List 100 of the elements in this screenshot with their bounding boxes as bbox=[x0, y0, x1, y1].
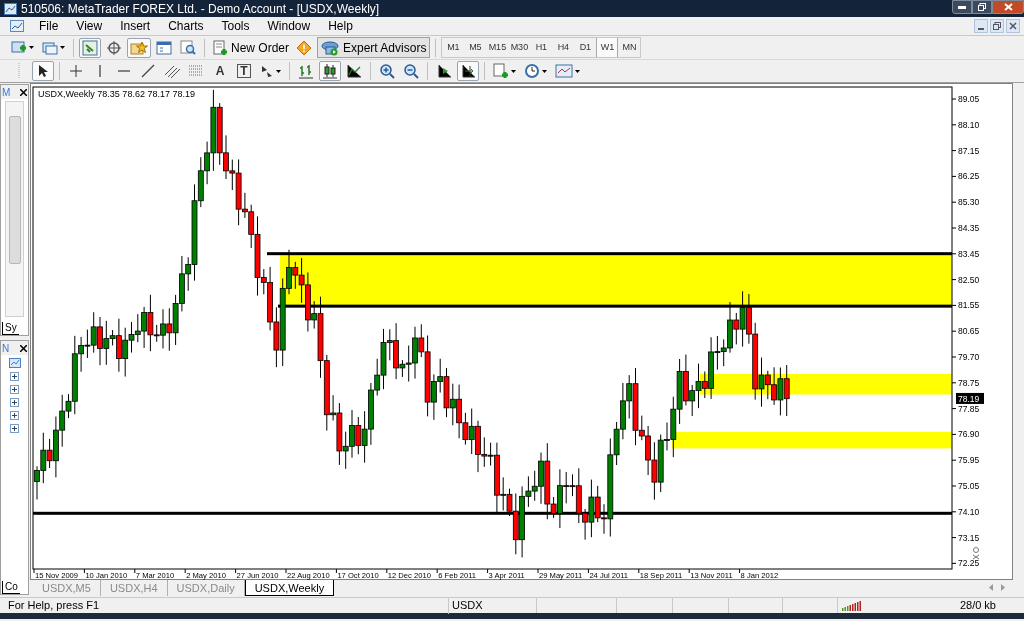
menu-item[interactable]: Charts bbox=[159, 17, 213, 35]
close-icon[interactable] bbox=[20, 344, 27, 352]
new-order-button[interactable]: New Order bbox=[210, 37, 291, 58]
expand-icon[interactable] bbox=[10, 424, 19, 433]
price-label: 78.75 bbox=[958, 377, 980, 388]
panel-title: M bbox=[2, 85, 11, 100]
templates-icon bbox=[555, 63, 573, 79]
price-label: 75.05 bbox=[958, 481, 980, 491]
minimize-button[interactable] bbox=[974, 19, 988, 33]
scrollbar[interactable] bbox=[5, 101, 24, 317]
price-label: 81.55 bbox=[958, 300, 980, 311]
app-icon bbox=[4, 2, 17, 15]
cursor-icon bbox=[37, 64, 49, 78]
close-icon bbox=[1003, 3, 1013, 11]
menu-item[interactable]: Window bbox=[258, 17, 320, 35]
restore-button[interactable] bbox=[990, 19, 1004, 33]
minimize-icon bbox=[958, 5, 966, 9]
panel-tab[interactable]: Co bbox=[2, 581, 20, 594]
expert-advisors-icon bbox=[321, 39, 339, 56]
price-label: 72.25 bbox=[958, 558, 980, 569]
price-label: 83.45 bbox=[958, 248, 980, 259]
close-button[interactable] bbox=[1006, 19, 1020, 33]
minimize-button[interactable] bbox=[952, 0, 972, 14]
chart-shift-button[interactable] bbox=[457, 61, 479, 81]
chart-shift-icon bbox=[460, 63, 476, 79]
trader-icon bbox=[972, 547, 980, 560]
periods-icon bbox=[524, 63, 540, 79]
close-icon bbox=[1009, 22, 1017, 30]
arrows-icon bbox=[260, 64, 274, 78]
drag-handle-icon bbox=[18, 63, 20, 79]
zoom-in-icon bbox=[379, 63, 395, 79]
timeframe-button[interactable]: W1 bbox=[596, 38, 619, 57]
chart-tab[interactable]: USDX,Weekly bbox=[244, 580, 335, 596]
caret-icon bbox=[60, 46, 65, 49]
auto-scroll-icon bbox=[436, 63, 452, 79]
timeframe-button[interactable]: M15 bbox=[486, 38, 509, 57]
market-watch-icon bbox=[82, 39, 98, 56]
navigator-icon bbox=[130, 39, 148, 56]
price-label: 86.25 bbox=[958, 171, 980, 182]
help-text: For Help, press F1 bbox=[7, 598, 101, 614]
timeframe-button[interactable]: M5 bbox=[464, 38, 487, 57]
crosshair-icon bbox=[69, 64, 83, 78]
price-label: 75.95 bbox=[958, 455, 980, 466]
menu-item[interactable]: View bbox=[67, 17, 112, 35]
traffic-text: 28/0 kb bbox=[959, 598, 996, 614]
new-chart-icon bbox=[11, 39, 27, 56]
close-button[interactable] bbox=[992, 0, 1024, 14]
channel-icon bbox=[164, 64, 180, 78]
market-watch-button[interactable] bbox=[79, 37, 101, 58]
restore-button[interactable] bbox=[972, 0, 992, 14]
price-label: 88.10 bbox=[958, 119, 980, 130]
cursor-button[interactable] bbox=[32, 61, 54, 81]
terminal-icon bbox=[156, 39, 172, 56]
price-label: 82.50 bbox=[958, 274, 980, 285]
connection-bars-icon bbox=[842, 600, 862, 611]
timeframe-button[interactable]: MN bbox=[618, 38, 641, 57]
minimize-icon bbox=[978, 28, 984, 30]
menu-item[interactable]: File bbox=[30, 17, 68, 35]
chart-header: USDX,Weekly 78.35 78.62 78.17 78.19 bbox=[38, 89, 195, 99]
panel-tab[interactable]: Sy bbox=[2, 322, 19, 335]
scrollbar-thumb[interactable] bbox=[8, 116, 21, 264]
templates-button[interactable] bbox=[552, 61, 583, 81]
caret-icon bbox=[29, 46, 34, 49]
text-tool-button[interactable]: A bbox=[209, 61, 231, 81]
price-label: 84.35 bbox=[958, 223, 980, 233]
restore-icon bbox=[978, 3, 986, 11]
timeframe-button[interactable]: H4 bbox=[552, 38, 575, 57]
candlestick-chart-button[interactable] bbox=[319, 61, 341, 81]
caret-icon bbox=[575, 69, 580, 73]
caret-icon bbox=[276, 69, 281, 73]
expand-icon[interactable] bbox=[10, 385, 19, 394]
text-label-button[interactable]: T bbox=[233, 61, 255, 81]
timeframe-button[interactable]: D1 bbox=[574, 38, 597, 57]
menu-item[interactable]: Insert bbox=[111, 17, 160, 35]
menu-item[interactable]: Help bbox=[319, 17, 362, 35]
terminal-icon[interactable] bbox=[8, 358, 21, 368]
expert-advisors-button[interactable]: Expert Advisors bbox=[317, 37, 431, 58]
price-label: 89.05 bbox=[958, 94, 980, 104]
expand-icon[interactable] bbox=[10, 411, 19, 420]
price-label: 73.15 bbox=[958, 532, 980, 543]
price-label: 74.10 bbox=[958, 506, 980, 517]
chart-window-icon bbox=[10, 20, 24, 32]
restore-icon bbox=[993, 22, 1001, 30]
expand-icon[interactable] bbox=[10, 372, 19, 381]
magnifier-icon bbox=[180, 39, 196, 56]
menu-item[interactable]: Tools bbox=[212, 17, 259, 35]
price-label: 85.30 bbox=[958, 197, 980, 208]
new-order-icon bbox=[212, 39, 228, 56]
close-icon[interactable] bbox=[20, 88, 27, 96]
price-label: 87.15 bbox=[958, 145, 980, 156]
price-label: 77.85 bbox=[958, 403, 980, 414]
bar-chart-icon bbox=[298, 63, 314, 79]
price-label: 80.65 bbox=[958, 326, 980, 337]
timeframe-button[interactable]: H1 bbox=[530, 38, 553, 57]
trendline-icon bbox=[141, 64, 155, 78]
indicators-button[interactable] bbox=[490, 61, 519, 81]
crosshair-icon bbox=[106, 39, 122, 56]
timeframe-button[interactable]: M30 bbox=[508, 38, 531, 57]
timeframe-button[interactable]: M1 bbox=[442, 38, 465, 57]
expand-icon[interactable] bbox=[10, 398, 19, 407]
